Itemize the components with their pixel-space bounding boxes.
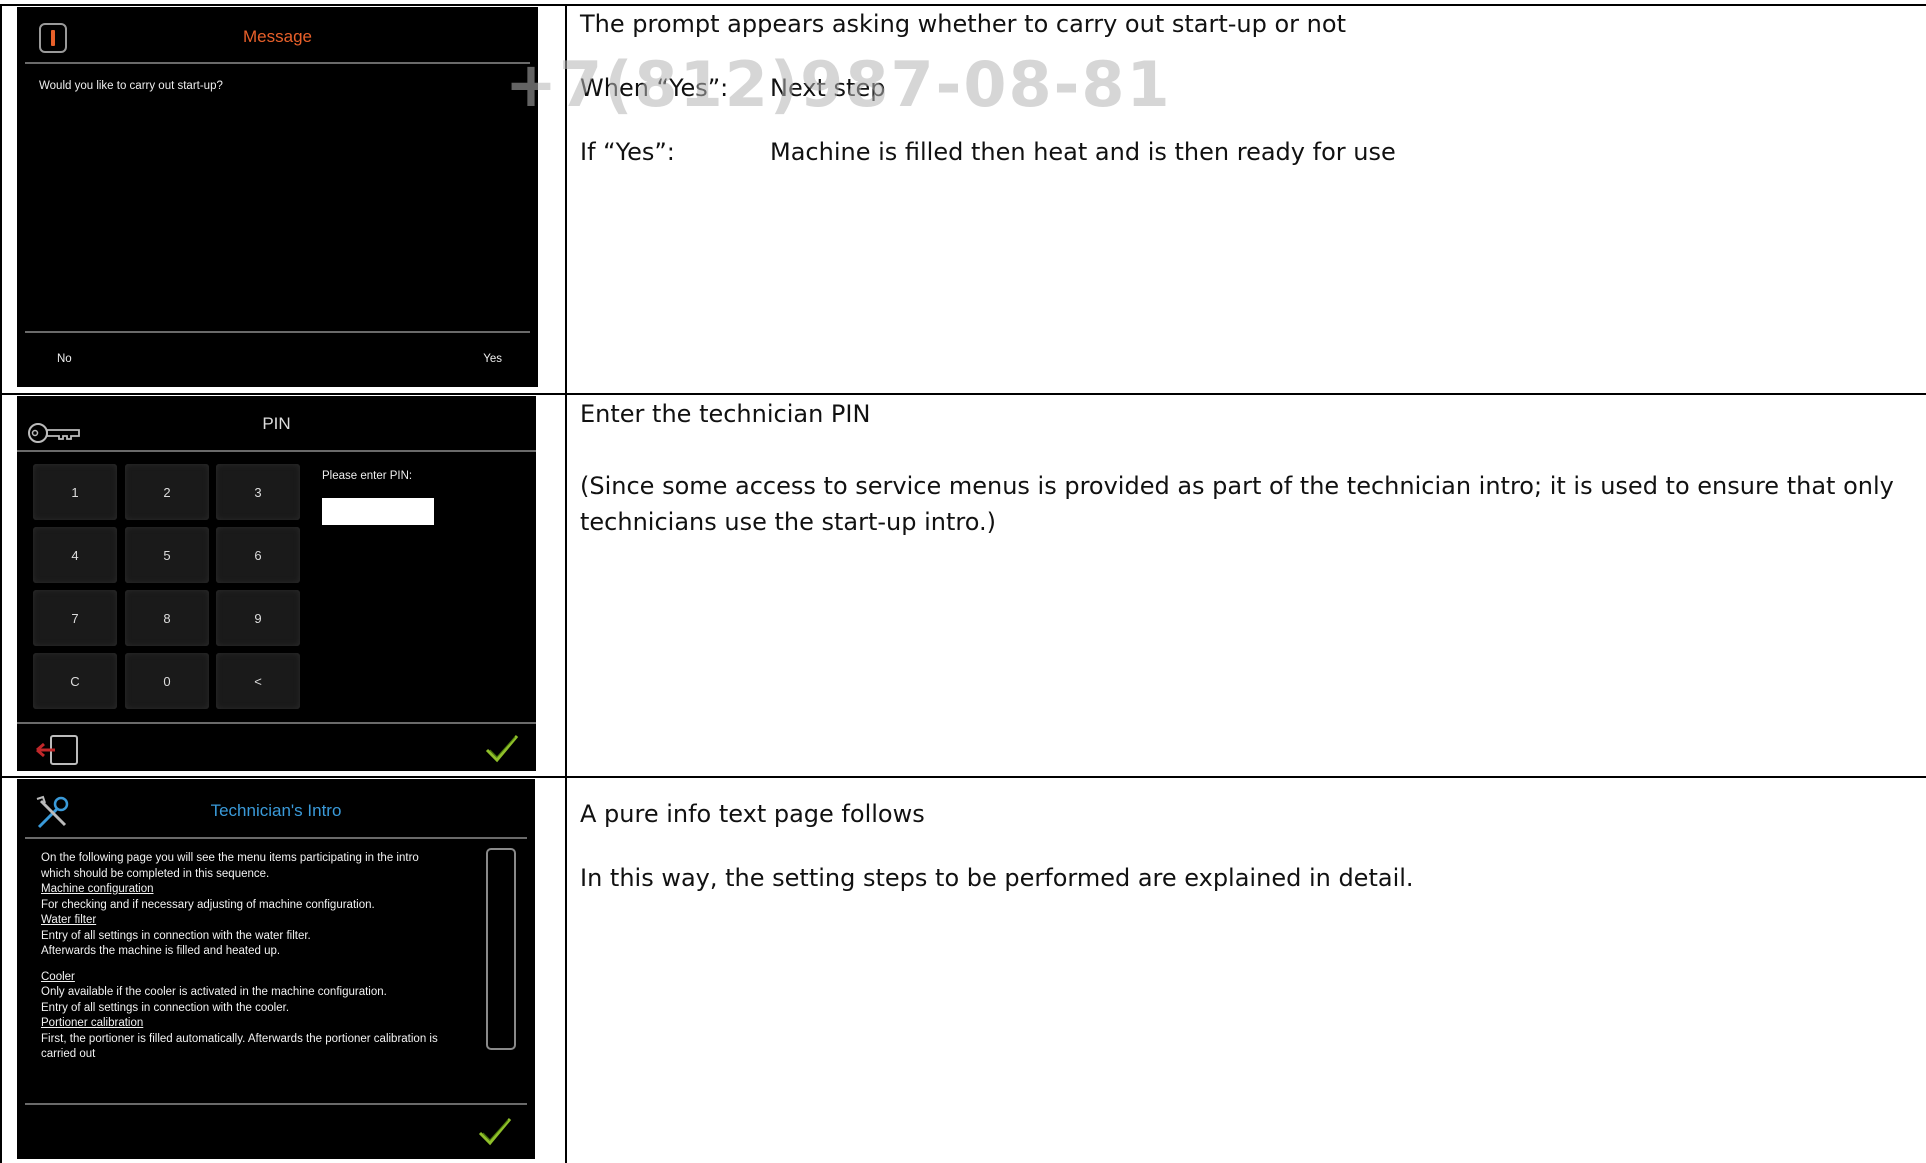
intro-footer-divider (25, 1103, 527, 1105)
key-2[interactable]: 2 (125, 464, 209, 520)
row1-line3-label: If “Yes”: (580, 138, 675, 166)
key-clear[interactable]: C (33, 653, 117, 709)
intro-screen: Technician's Intro On the following page… (17, 779, 535, 1159)
row1-line3-value: Machine is filled then heat and is then … (770, 138, 1396, 166)
pin-title: PIN (262, 414, 291, 433)
table-row-divider-2 (0, 776, 1926, 778)
exit-icon[interactable] (33, 734, 81, 771)
intro-line: On the following page you will see the m… (41, 852, 419, 864)
intro-line: Entry of all settings in connection with… (41, 1001, 290, 1014)
key-7[interactable]: 7 (33, 590, 117, 646)
key-9[interactable]: 9 (216, 590, 300, 646)
key-5[interactable]: 5 (125, 527, 209, 583)
intro-header-divider (25, 837, 527, 839)
row2-description: Enter the technician PIN (Since some acc… (580, 396, 1900, 540)
intro-line: carried out (41, 1048, 96, 1060)
message-text: Would you like to carry out start-up? (39, 80, 223, 92)
pin-prompt: Please enter PIN: (322, 470, 413, 482)
watermark: +7(812)987-08-81 (505, 48, 1172, 121)
intro-title: Technician's Intro (210, 801, 342, 820)
row3-line1: A pure info text page follows (580, 800, 925, 828)
intro-body: On the following page you will see the m… (41, 851, 496, 1063)
message-screen: Message Would you like to carry out star… (17, 7, 538, 387)
table-left-border (0, 4, 2, 1163)
key-3[interactable]: 3 (216, 464, 300, 520)
pin-header-divider (17, 450, 536, 452)
message-footer-divider (25, 331, 530, 333)
key-backspace[interactable]: < (216, 653, 300, 709)
key-0[interactable]: 0 (125, 653, 209, 709)
message-title: Message (243, 27, 312, 46)
no-button[interactable]: No (57, 353, 72, 365)
intro-line: First, the portioner is filled automatic… (41, 1032, 438, 1045)
intro-link-water-filter[interactable]: Water filter (41, 913, 496, 929)
pin-input[interactable] (322, 498, 434, 525)
table-column-divider (565, 4, 567, 1163)
intro-line: Entry of all settings in connection with… (41, 929, 311, 942)
intro-link-cooler[interactable]: Cooler (41, 970, 496, 986)
table-row-divider-1 (0, 393, 1926, 395)
intro-line: Afterwards the machine is filled and hea… (41, 945, 281, 957)
intro-line: Only available if the cooler is activate… (41, 986, 387, 998)
key-1[interactable]: 1 (33, 464, 117, 520)
confirm-check-icon[interactable] (477, 1115, 513, 1152)
message-header-divider (25, 62, 530, 64)
confirm-check-icon[interactable] (484, 732, 520, 769)
pin-footer-divider (17, 722, 536, 724)
row3-line2: In this way, the setting steps to be per… (580, 864, 1414, 892)
yes-button[interactable]: Yes (483, 353, 502, 365)
intro-spacer (41, 960, 496, 970)
row3-description: A pure info text page follows In this wa… (580, 796, 1414, 896)
key-8[interactable]: 8 (125, 590, 209, 646)
key-6[interactable]: 6 (216, 527, 300, 583)
row2-line2: (Since some access to service menus is p… (580, 472, 1894, 536)
intro-scrollbar[interactable] (486, 848, 516, 1050)
row2-line1: Enter the technician PIN (580, 400, 871, 428)
row1-line1: The prompt appears asking whether to car… (580, 10, 1346, 38)
intro-link-machine-configuration[interactable]: Machine configuration (41, 882, 496, 898)
key-4[interactable]: 4 (33, 527, 117, 583)
intro-line: which should be completed in this sequen… (41, 867, 270, 880)
pin-screen: PIN 1 2 3 4 5 6 7 8 9 C 0 < Please enter… (17, 396, 536, 771)
intro-line: For checking and if necessary adjusting … (41, 898, 375, 911)
intro-link-portioner-calibration[interactable]: Portioner calibration (41, 1016, 496, 1032)
